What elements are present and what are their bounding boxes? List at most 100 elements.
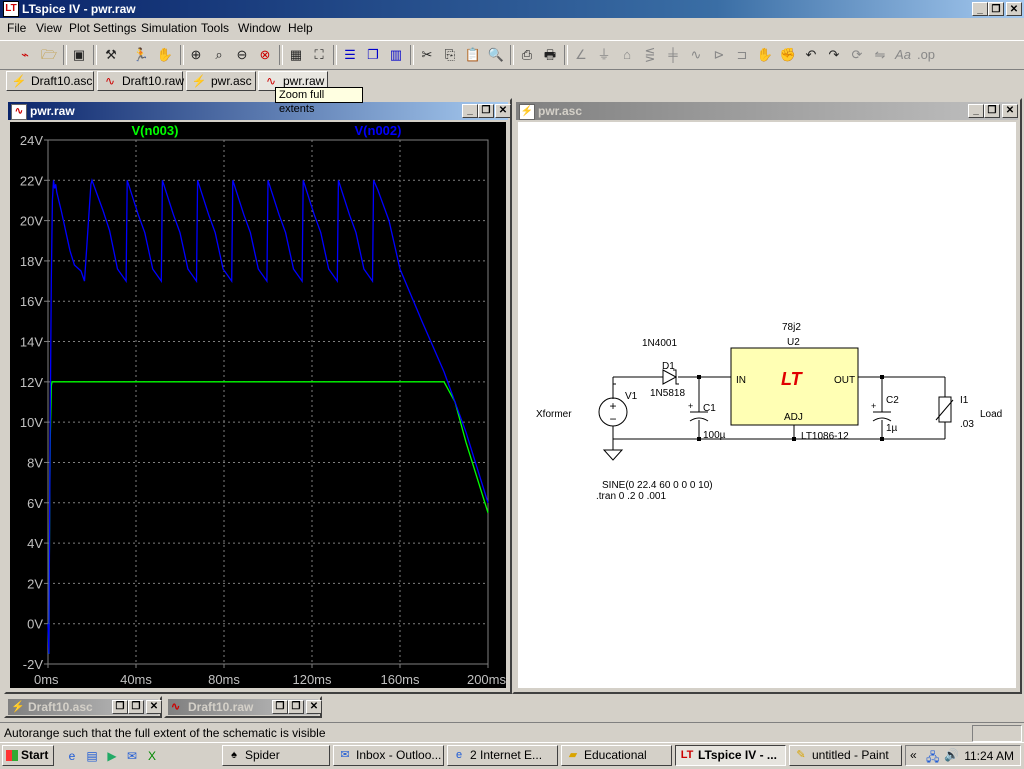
run-icon[interactable]: 🏃 (130, 44, 152, 66)
legend-label[interactable]: V(n003) (132, 123, 179, 138)
restore-button[interactable]: ❐ (988, 2, 1004, 16)
toolbar-separator (279, 45, 283, 65)
resistor-icon[interactable]: ⋚ (639, 44, 661, 66)
tile-horizontal-icon[interactable]: ☰ (339, 44, 361, 66)
redo-icon[interactable]: ↷ (823, 44, 845, 66)
c1-value-label: 100µ (703, 430, 726, 441)
zoom-full-icon[interactable]: ⛶ (308, 44, 330, 66)
restore-button[interactable]: ❐ (112, 700, 128, 714)
close-button[interactable]: ✕ (495, 104, 511, 118)
inductor-icon[interactable]: ∿ (685, 44, 707, 66)
task-ltspice[interactable]: LT LTspice IV - ... (675, 745, 786, 766)
tab-label: Draft10.asc (31, 74, 93, 88)
diode-icon[interactable]: ⊳ (708, 44, 730, 66)
autorange-icon[interactable]: ▦ (285, 44, 307, 66)
text-icon[interactable]: Aa (892, 44, 914, 66)
open-icon[interactable]: 🗁 (38, 44, 60, 66)
paste-icon[interactable]: 📋 (462, 44, 484, 66)
control-panel-icon[interactable]: ⚒ (100, 44, 122, 66)
menu-file[interactable]: File (7, 21, 26, 35)
minimized-window-draft10-raw[interactable]: ∿ Draft10.raw ❐ ❐ ✕ (164, 696, 322, 718)
task-internet-explorer[interactable]: e 2 Internet E... (447, 745, 558, 766)
tab-pwr-asc[interactable]: ⚡ pwr.asc (186, 71, 256, 91)
menu-window[interactable]: Window (238, 21, 281, 35)
waveform-plot[interactable]: -2V 0V 2V 4V 6V 8V 10V 12V 14V 16V 18V 20V 22V 24V 0ms… (10, 122, 506, 688)
maximize-button[interactable]: ❐ (288, 700, 304, 714)
cascade-icon[interactable]: ❐ (362, 44, 384, 66)
volume-icon[interactable]: 🔊 (944, 748, 959, 762)
close-button[interactable]: ✕ (306, 700, 322, 714)
pan-icon[interactable]: ✋ (154, 44, 176, 66)
pin-in-label: IN (736, 375, 746, 386)
desktop-icon[interactable]: ▤ (84, 748, 100, 764)
toolbar-separator (510, 45, 514, 65)
find-icon[interactable]: 🔍 (485, 44, 507, 66)
current-source-i1[interactable] (935, 396, 954, 423)
zoom-fit-icon[interactable]: ⊗ (254, 44, 276, 66)
menu-simulation[interactable]: Simulation (141, 21, 197, 35)
ground-symbol[interactable] (602, 449, 624, 461)
task-educational[interactable]: ▰ Educational (561, 745, 672, 766)
clock: 11:24 AM (964, 749, 1014, 763)
print-icon[interactable]: 🖶 (539, 44, 561, 66)
copy-icon[interactable]: ⎘ (439, 44, 461, 66)
tile-vertical-icon[interactable]: ▥ (385, 44, 407, 66)
label-icon[interactable]: ⌂ (616, 44, 638, 66)
task-paint[interactable]: ✎ untitled - Paint (789, 745, 902, 766)
rotate-icon[interactable]: ⟳ (846, 44, 868, 66)
media-icon[interactable]: ▶ (104, 748, 120, 764)
component-icon[interactable]: ⊐ (731, 44, 753, 66)
zoom-out-icon[interactable]: ⊖ (231, 44, 253, 66)
waveform-chart[interactable]: -2V 0V 2V 4V 6V 8V 10V 12V 14V 16V 18V 20V 22V 24V 0ms… (10, 122, 507, 688)
spider-icon: ♠ (231, 749, 237, 761)
close-button[interactable]: ✕ (1002, 104, 1018, 118)
save-icon[interactable]: ▣ (68, 44, 90, 66)
print-preview-icon[interactable]: ⎙ (516, 44, 538, 66)
minimize-button[interactable]: _ (972, 2, 988, 16)
task-spider[interactable]: ♠ Spider (222, 745, 330, 766)
capacitor-icon[interactable]: ╪ (662, 44, 684, 66)
minimized-window-draft10-asc[interactable]: ⚡ Draft10.asc ❐ ❐ ✕ (4, 696, 162, 718)
restore-button[interactable]: ❐ (272, 700, 288, 714)
menu-tools[interactable]: Tools (201, 21, 229, 35)
task-outlook[interactable]: ✉ Inbox - Outloo... (333, 745, 444, 766)
maximize-button[interactable]: ❐ (984, 104, 1000, 118)
zoom-in-icon[interactable]: ⊕ (185, 44, 207, 66)
toolbar-separator (333, 45, 337, 65)
maximize-button[interactable]: ❐ (128, 700, 144, 714)
minimize-button[interactable]: _ (462, 104, 478, 118)
minimize-button[interactable]: _ (968, 104, 984, 118)
network-icon[interactable]: 🖧 (926, 748, 939, 769)
schematic-drawing[interactable]: + − + + LT IN OUT ADJ 1N4001 D1 1N5818 7… (518, 122, 1016, 688)
tab-draft10-asc[interactable]: ⚡ Draft10.asc (6, 71, 94, 91)
tab-draft10-raw[interactable]: ∿ Draft10.raw (97, 71, 184, 91)
voltage-source-v1[interactable]: + − (598, 397, 628, 427)
cut-icon[interactable]: ✂ (416, 44, 438, 66)
menu-plot-settings[interactable]: Plot Settings (69, 21, 136, 35)
outlook-icon[interactable]: ✉ (124, 748, 140, 764)
schematic-canvas[interactable]: + − + + LT IN OUT ADJ 1N4001 D1 1N5818 7… (518, 122, 1016, 688)
new-schematic-icon[interactable]: ⌁ (14, 44, 36, 66)
ground-icon[interactable]: ⏚ (593, 44, 615, 66)
tran-directive[interactable]: .tran 0 .2 0 .001 (596, 491, 666, 502)
task-label: Inbox - Outloo... (356, 748, 442, 762)
ie-icon[interactable]: e (64, 748, 80, 764)
menu-view[interactable]: View (36, 21, 62, 35)
excel-icon[interactable]: X (144, 748, 160, 764)
spice-directive-icon[interactable]: .op (915, 44, 937, 66)
drag-icon[interactable]: ✊ (777, 44, 799, 66)
undo-icon[interactable]: ↶ (800, 44, 822, 66)
move-icon[interactable]: ✋ (754, 44, 776, 66)
start-button[interactable]: Start (2, 745, 54, 766)
mirror-icon[interactable]: ⇋ (869, 44, 891, 66)
diode-d1[interactable] (662, 369, 679, 385)
maximize-button[interactable]: ❐ (478, 104, 494, 118)
tray-chevron-icon[interactable]: « (910, 748, 917, 762)
close-button[interactable]: ✕ (1006, 2, 1022, 16)
wire-icon[interactable]: ∠ (570, 44, 592, 66)
close-button[interactable]: ✕ (146, 700, 162, 714)
series-line-v-n002[interactable] (47, 178, 489, 654)
zoom-area-icon[interactable]: ⌕ (208, 44, 230, 66)
menu-help[interactable]: Help (288, 21, 313, 35)
legend-label[interactable]: V(n002) (355, 123, 402, 138)
